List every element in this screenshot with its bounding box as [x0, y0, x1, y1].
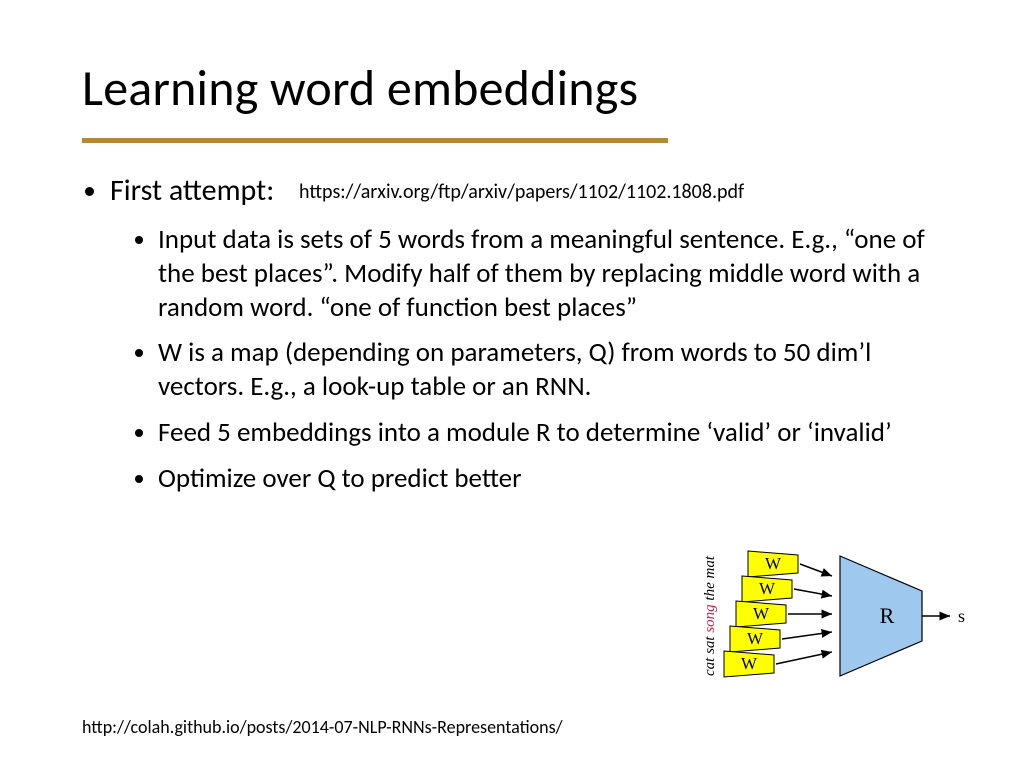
colah-url: http://colah.github.io/posts/2014-07-NLP… — [82, 716, 563, 738]
bullet-4: Optimize over Q to predict better — [158, 462, 952, 496]
word-song: song — [702, 604, 718, 633]
w-label-1: W — [765, 554, 782, 573]
svg-text:cat sat: cat sat song the mat — [702, 555, 718, 676]
w-boxes: W W W W W — [724, 551, 798, 677]
w-label-4: W — [747, 629, 764, 648]
arxiv-url: https://arxiv.org/ftp/arxiv/papers/1102/… — [299, 180, 744, 204]
slide-title: Learning word embeddings — [82, 58, 638, 119]
w-label-3: W — [753, 604, 770, 623]
bullet-2: W is a map (depending on parameters, Q) … — [158, 336, 952, 404]
w-label-5: W — [741, 654, 758, 673]
input-words: cat sat song the mat — [702, 555, 718, 676]
word-the: the — [702, 582, 718, 601]
word-cat: cat — [702, 657, 718, 676]
s-label: s — [958, 606, 965, 626]
bullet-3: Feed 5 embeddings into a module R to det… — [158, 416, 952, 450]
w-label-2: W — [759, 579, 776, 598]
r-module: R — [840, 556, 922, 676]
first-attempt-label: First attempt: — [110, 172, 274, 209]
r-label: R — [880, 603, 895, 628]
bullet-1: Input data is sets of 5 words from a mea… — [158, 223, 952, 324]
slide: Learning word embeddings First attempt: … — [0, 0, 1024, 768]
word-mat: mat — [702, 555, 718, 578]
slide-body: First attempt: https://arxiv.org/ftp/arx… — [82, 172, 952, 507]
network-diagram: W W W W W — [692, 546, 982, 696]
word-sat: sat — [702, 636, 718, 654]
title-underline — [82, 138, 668, 143]
first-attempt-item: First attempt: https://arxiv.org/ftp/arx… — [110, 172, 952, 495]
